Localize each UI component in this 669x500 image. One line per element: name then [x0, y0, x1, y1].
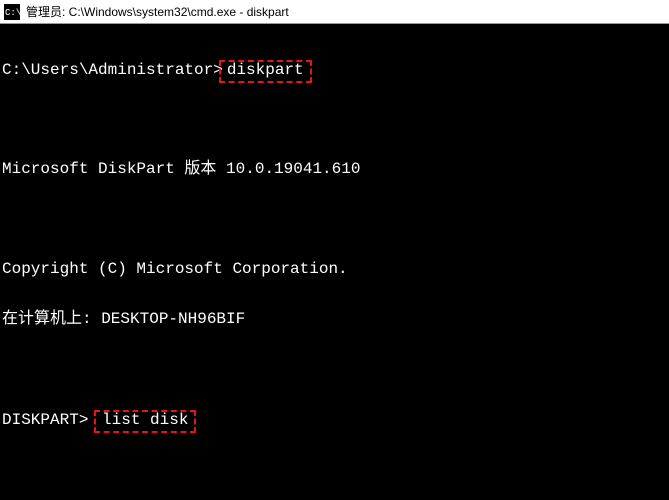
- command-highlight: diskpart: [219, 60, 312, 83]
- cmd-icon: C:\: [4, 4, 20, 20]
- prompt-text: C:\Users\Administrator>: [2, 61, 223, 79]
- command-highlight: list disk: [94, 410, 196, 433]
- copyright-line: Copyright (C) Microsoft Corporation.: [2, 260, 667, 278]
- computer-line: 在计算机上: DESKTOP-NH96BIF: [2, 310, 667, 328]
- terminal-output[interactable]: C:\Users\Administrator>diskpart Microsof…: [0, 24, 669, 500]
- version-line: Microsoft DiskPart 版本 10.0.19041.610: [2, 160, 667, 178]
- prompt-line: C:\Users\Administrator>diskpart: [2, 60, 667, 78]
- diskpart-prompt-line: DISKPART> list disk: [2, 410, 667, 428]
- window-titlebar: C:\ 管理员: C:\Windows\system32\cmd.exe - d…: [0, 0, 669, 24]
- svg-text:C:\: C:\: [5, 8, 20, 18]
- window-title: 管理员: C:\Windows\system32\cmd.exe - diskp…: [26, 3, 289, 20]
- diskpart-prompt: DISKPART>: [2, 411, 98, 429]
